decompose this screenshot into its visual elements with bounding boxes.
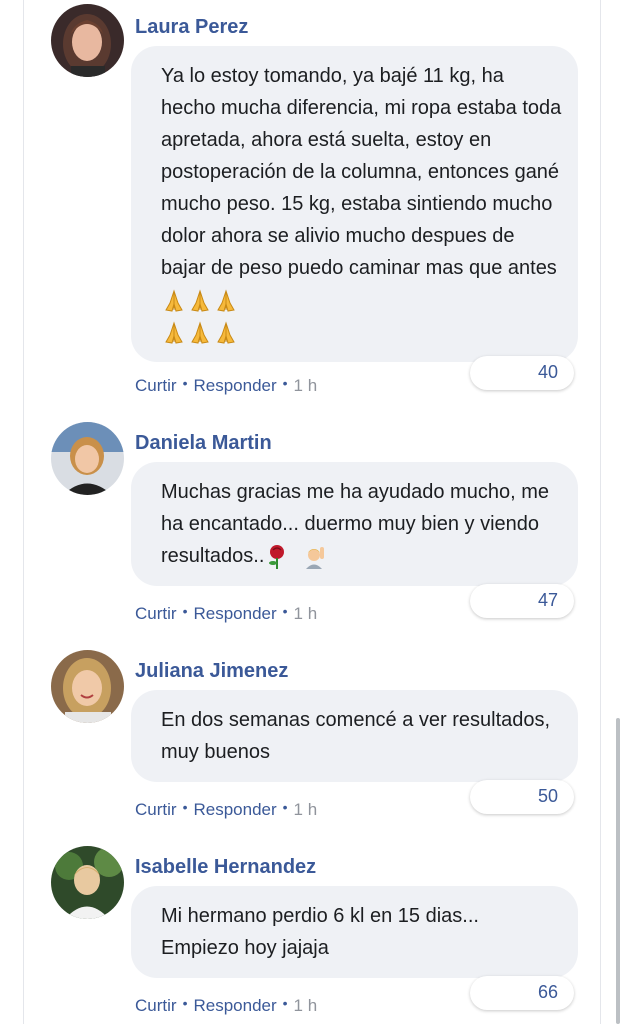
reaction-count: 47 (537, 590, 558, 610)
reply-link[interactable]: Responder (193, 996, 276, 1015)
avatar-photo (51, 650, 124, 723)
separator-dot: • (282, 603, 288, 619)
avatar-photo (51, 4, 124, 77)
folded-hands-icon (161, 288, 187, 314)
avatar-photo (51, 846, 124, 919)
comment-text: Mi hermano perdio 6 kl en 15 dias... Emp… (161, 905, 479, 959)
folded-hands-icon (161, 320, 187, 346)
separator-dot: • (182, 799, 188, 815)
comment-bubble: Muchas gracias me ha ayudado mucho, me h… (131, 462, 578, 586)
like-link[interactable]: Curtir (135, 996, 177, 1015)
comment-text: Ya lo estoy tomando, ya bajé 11 kg, ha h… (161, 65, 562, 279)
reaction-count-pill[interactable]: 47 (470, 584, 574, 618)
avatar[interactable] (51, 650, 124, 723)
avatar[interactable] (51, 422, 124, 495)
folded-hands-icon (213, 288, 239, 314)
rose-icon (264, 544, 290, 570)
comment-timestamp[interactable]: 1 h (294, 604, 318, 623)
reply-link[interactable]: Responder (193, 800, 276, 819)
avatar[interactable] (51, 4, 124, 77)
comment-text: Muchas gracias me ha ayudado mucho, me h… (161, 481, 549, 567)
feed-left-border (23, 0, 24, 1024)
separator-dot: • (182, 375, 188, 391)
folded-hands-icon (187, 320, 213, 346)
comment-author[interactable]: Laura Perez (135, 16, 248, 39)
reaction-count: 40 (537, 362, 558, 382)
separator-dot: • (182, 995, 188, 1011)
separator-dot: • (282, 995, 288, 1011)
like-link[interactable]: Curtir (135, 376, 177, 395)
person-raising-hand-icon (302, 544, 328, 570)
comment-author[interactable]: Daniela Martin (135, 432, 272, 455)
avatar-photo (51, 422, 124, 495)
comment-bubble: Mi hermano perdio 6 kl en 15 dias... Emp… (131, 886, 578, 978)
comment-timestamp[interactable]: 1 h (294, 996, 318, 1015)
reply-link[interactable]: Responder (193, 376, 276, 395)
comment-bubble: Ya lo estoy tomando, ya bajé 11 kg, ha h… (131, 46, 578, 362)
separator-dot: • (282, 375, 288, 391)
scrollbar-thumb[interactable] (616, 718, 620, 1024)
reaction-count: 50 (537, 786, 558, 806)
folded-hands-icon (213, 320, 239, 346)
reaction-count-pill[interactable]: 50 (470, 780, 574, 814)
reply-link[interactable]: Responder (193, 604, 276, 623)
comment-bubble: En dos semanas comencé a ver resultados,… (131, 690, 578, 782)
like-link[interactable]: Curtir (135, 604, 177, 623)
reaction-count: 66 (537, 982, 558, 1002)
separator-dot: • (182, 603, 188, 619)
comment-actions: Curtir • Responder • 1 h (135, 799, 318, 820)
reaction-count-pill[interactable]: 40 (470, 356, 574, 390)
reaction-count-pill[interactable]: 66 (470, 976, 574, 1010)
comment-timestamp[interactable]: 1 h (294, 800, 318, 819)
comment-actions: Curtir • Responder • 1 h (135, 995, 318, 1016)
feed-right-border (600, 0, 601, 1024)
separator-dot: • (282, 799, 288, 815)
comment-actions: Curtir • Responder • 1 h (135, 603, 318, 624)
comment-timestamp[interactable]: 1 h (294, 376, 318, 395)
comment-text: En dos semanas comencé a ver resultados,… (161, 709, 551, 763)
comment-author[interactable]: Isabelle Hernandez (135, 856, 316, 879)
comment-author[interactable]: Juliana Jimenez (135, 660, 288, 683)
folded-hands-icon (187, 288, 213, 314)
like-link[interactable]: Curtir (135, 800, 177, 819)
comment-actions: Curtir • Responder • 1 h (135, 375, 318, 396)
avatar[interactable] (51, 846, 124, 919)
